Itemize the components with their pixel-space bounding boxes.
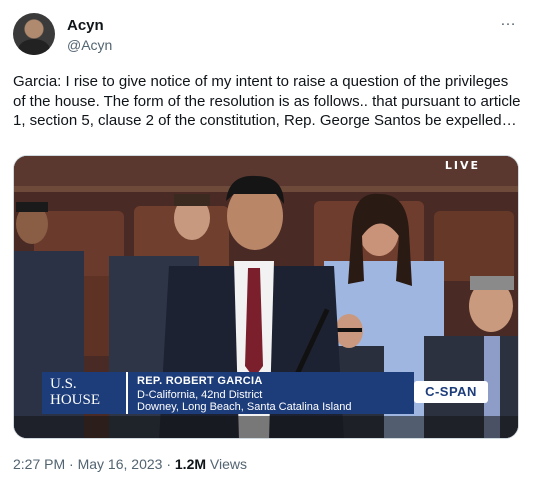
tweet-text: Garcia: I rise to give notice of my inte… bbox=[13, 73, 521, 129]
chair-back bbox=[434, 211, 514, 281]
author-handle[interactable]: @Acyn bbox=[67, 37, 112, 53]
speaker-name: REP. ROBERT GARCIA bbox=[137, 375, 263, 387]
tweet-meta: 2:27 PM · May 16, 2023 · 1.2M Views bbox=[13, 456, 247, 472]
person-back-left-hair bbox=[174, 194, 210, 206]
speaker-locations: Downey, Long Beach, Santa Catalina Islan… bbox=[137, 401, 352, 413]
glasses bbox=[336, 328, 362, 332]
bottom-shade bbox=[14, 416, 518, 438]
house-logo-line1: U.S. bbox=[50, 376, 77, 392]
house-logo-line2: HOUSE bbox=[50, 392, 101, 408]
speaker-district: D-California, 42nd District bbox=[137, 389, 263, 401]
tweet-time[interactable]: 2:27 PM bbox=[13, 456, 65, 472]
author-name[interactable]: Acyn bbox=[67, 17, 104, 34]
video-player[interactable]: LIVE U.S. HOUSE REP. ROBERT GARCIA D-Cal… bbox=[13, 155, 519, 439]
author-avatar[interactable] bbox=[13, 13, 55, 55]
views-count: 1.2M bbox=[174, 456, 207, 472]
avatar-shoulders bbox=[18, 39, 50, 55]
speaker-tie bbox=[245, 268, 263, 378]
more-options-icon[interactable]: … bbox=[500, 12, 517, 30]
meta-separator: · bbox=[65, 456, 78, 472]
us-house-logo: U.S. HOUSE bbox=[42, 372, 128, 414]
tweet-date[interactable]: May 16, 2023 bbox=[78, 456, 163, 472]
cspan-logo: C-SPAN bbox=[414, 381, 488, 403]
meta-separator: · bbox=[162, 456, 175, 472]
tweet-card: Acyn @Acyn … Garcia: I rise to give noti… bbox=[0, 0, 534, 488]
person-left-hair bbox=[16, 202, 48, 212]
person-right-hair bbox=[470, 276, 514, 290]
live-badge: LIVE bbox=[444, 159, 480, 172]
views-label: Views bbox=[206, 456, 247, 472]
